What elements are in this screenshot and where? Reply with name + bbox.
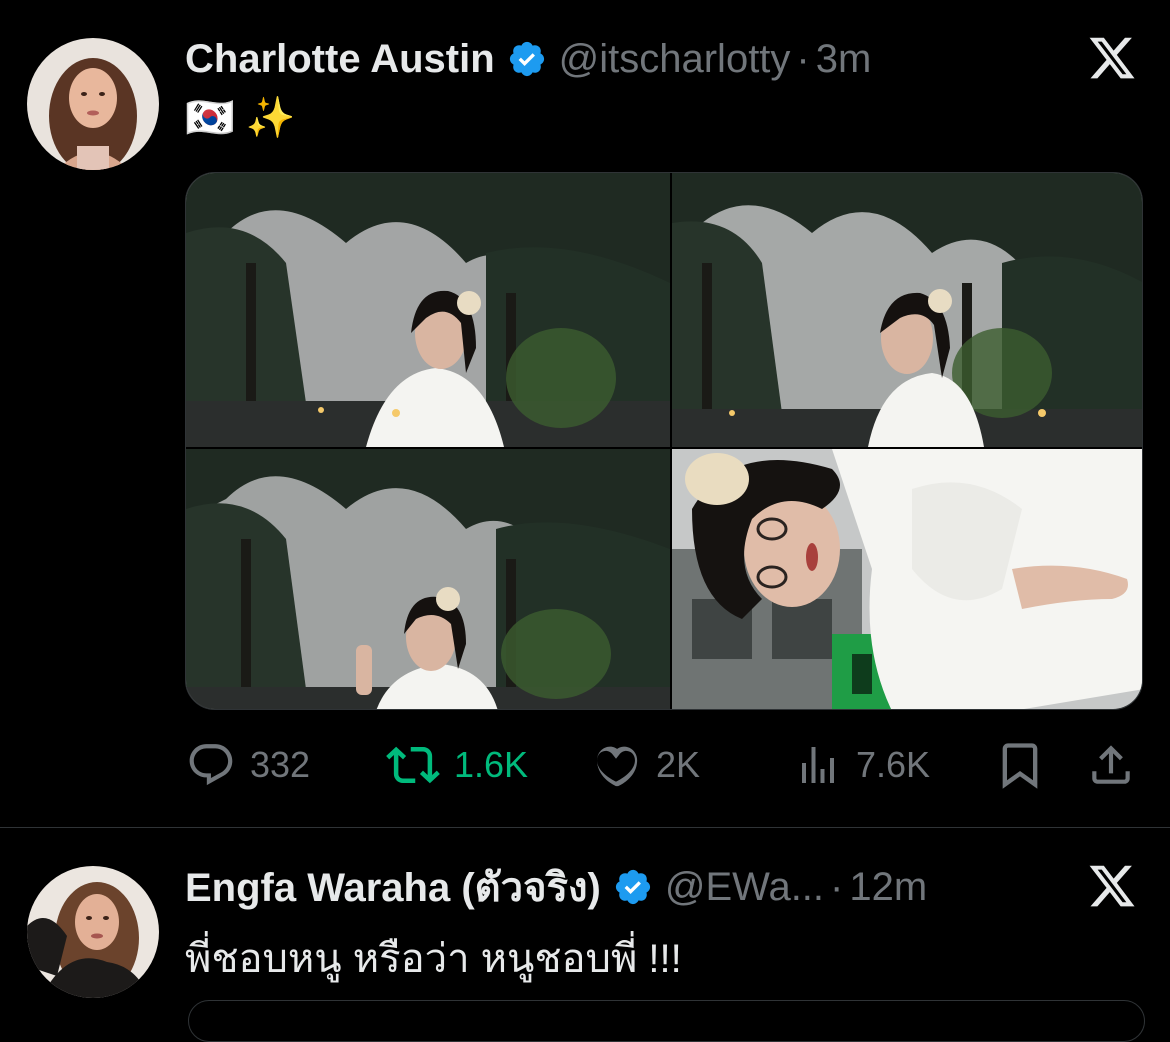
tweet-text: 🇰🇷 ✨ — [185, 96, 296, 140]
share-icon — [1092, 745, 1130, 784]
tweet-header: Engfa Waraha (ตัวจริง) @EWa... · 12m — [185, 862, 927, 912]
timestamp[interactable]: 3m — [816, 37, 872, 82]
media-grid[interactable] — [185, 172, 1143, 710]
photo-4[interactable] — [672, 449, 1142, 709]
x-logo-icon — [1089, 37, 1135, 79]
reply-button[interactable]: 332 — [186, 735, 310, 795]
action-bar: 332 1.6K 2K 7.6K — [186, 735, 1146, 795]
bookmark-button[interactable] — [994, 735, 1060, 795]
views-button[interactable]: 7.6K — [794, 735, 930, 795]
like-count: 2K — [656, 744, 701, 785]
bookmark-icon — [1002, 743, 1038, 789]
x-logo-icon — [1089, 865, 1135, 907]
repost-icon — [386, 746, 440, 784]
like-button[interactable]: 2K — [590, 735, 700, 795]
display-name[interactable]: Charlotte Austin — [185, 37, 495, 82]
reply-count: 332 — [250, 744, 311, 785]
separator: · — [830, 864, 844, 909]
handle[interactable]: @itscharlotty — [559, 37, 791, 82]
reply-icon — [189, 744, 233, 786]
repost-button[interactable]: 1.6K — [386, 735, 528, 795]
avatar[interactable] — [27, 866, 159, 998]
separator: · — [796, 36, 810, 81]
photo-2[interactable] — [672, 173, 1142, 447]
tweet-1[interactable]: Charlotte Austin @itscharlotty · 3m 🇰🇷 ✨ — [0, 0, 1170, 827]
handle[interactable]: @EWa... — [665, 865, 824, 910]
timestamp[interactable]: 12m — [849, 865, 927, 910]
views-count: 7.6K — [856, 744, 931, 785]
tweet-2[interactable]: Engfa Waraha (ตัวจริง) @EWa... · 12m พี่… — [0, 828, 1170, 1042]
tweet-header: Charlotte Austin @itscharlotty · 3m — [185, 34, 871, 84]
photo-3[interactable] — [186, 449, 670, 709]
verified-badge-icon — [615, 869, 650, 905]
verified-badge-icon — [509, 41, 544, 77]
quoted-card[interactable] — [188, 1000, 1145, 1042]
tweet-text: พี่ชอบหนู หรือว่า หนูชอบพี่ !!! — [185, 937, 682, 981]
display-name[interactable]: Engfa Waraha (ตัวจริง) — [185, 855, 601, 919]
repost-count: 1.6K — [454, 744, 529, 785]
heart-icon — [597, 746, 638, 787]
share-button[interactable] — [1086, 735, 1150, 795]
views-chart-icon — [802, 747, 834, 783]
photo-1[interactable] — [186, 173, 670, 447]
avatar[interactable] — [27, 38, 159, 170]
